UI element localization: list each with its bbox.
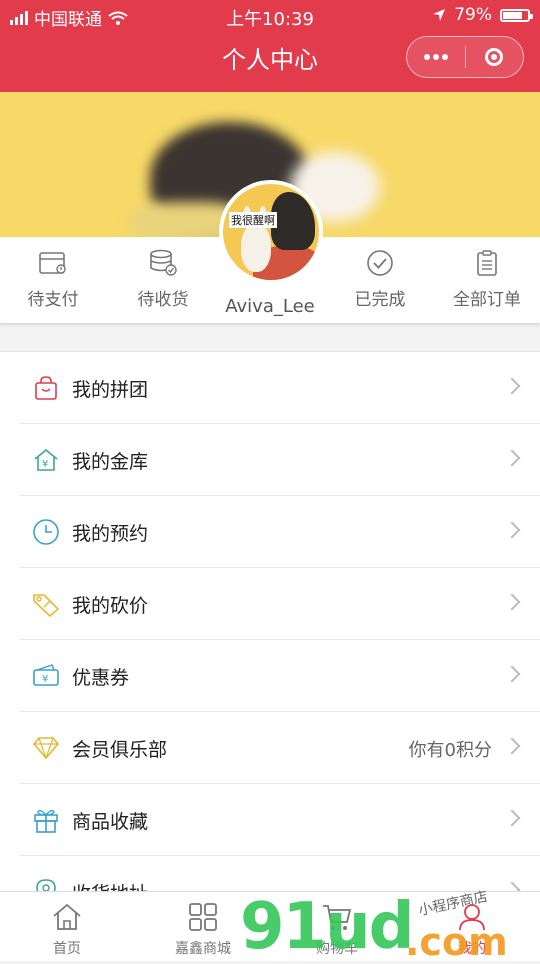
battery-icon (500, 8, 533, 22)
chevron-right-icon (503, 665, 521, 683)
tab-store[interactable]: 嘉鑫商城 (153, 900, 253, 958)
menu-label: 会员俱乐部 (72, 739, 168, 761)
miniprogram-capsule (406, 36, 524, 78)
chevron-right-icon (503, 449, 521, 467)
avatar-caption: 我很醒啊 (229, 212, 277, 228)
bag-icon (32, 374, 60, 402)
price-tag-icon (32, 590, 60, 618)
menu-item-bargain[interactable]: 我的砍价 (20, 568, 540, 640)
order-pending-payment[interactable]: 待支付 (3, 247, 103, 310)
wallet-icon (3, 247, 103, 279)
tab-label: 嘉鑫商城 (175, 941, 231, 957)
avatar-image: 我很醒啊 (223, 184, 319, 280)
menu-item-favorites[interactable]: 商品收藏 (20, 784, 540, 856)
avatar[interactable]: 我很醒啊 (219, 180, 323, 284)
status-bar: 中国联通 上午10:39 79% (0, 0, 540, 32)
chevron-right-icon (503, 521, 521, 539)
tab-home[interactable]: 首页 (17, 900, 117, 958)
package-icon (113, 247, 213, 279)
clock-icon (32, 518, 60, 546)
points-summary: 你有0积分 (408, 740, 492, 761)
order-completed[interactable]: 已完成 (330, 247, 430, 310)
menu-item-member-club[interactable]: 会员俱乐部 你有0积分 (20, 712, 540, 784)
grid-icon (153, 900, 253, 934)
check-circle-icon (330, 247, 430, 279)
menu-label: 商品收藏 (72, 811, 149, 833)
coupon-icon: ¥ (32, 662, 60, 690)
clipboard-icon (437, 247, 537, 279)
svg-text:¥: ¥ (42, 459, 48, 470)
order-label: 待支付 (27, 290, 79, 310)
order-pending-receipt[interactable]: 待收货 (113, 247, 213, 310)
battery-percent: 79% (454, 5, 492, 25)
order-label: 待收货 (137, 290, 189, 310)
menu-label: 我的预约 (72, 523, 149, 545)
menu-label: 我的金库 (72, 451, 149, 473)
tab-label: 首页 (53, 941, 81, 957)
watermark-logo: 91ud (240, 890, 414, 964)
target-icon (485, 48, 504, 66)
chevron-right-icon (503, 593, 521, 611)
chevron-right-icon (503, 737, 521, 755)
order-label: 全部订单 (453, 290, 521, 310)
svg-text:¥: ¥ (42, 674, 48, 685)
menu-item-group-buy[interactable]: 我的拼团 (20, 352, 540, 424)
more-button[interactable] (407, 37, 465, 77)
menu-label: 优惠券 (72, 667, 130, 689)
order-label: 已完成 (354, 290, 406, 310)
top-bar: 中国联通 上午10:39 79% 个人中心 (0, 0, 540, 92)
watermark-suffix: .com (405, 920, 508, 964)
menu-list: 我的拼团 ¥ 我的金库 我的预约 我的砍价 ¥ 优惠券 会员俱乐部 你有0积分 … (0, 351, 540, 928)
more-dots-icon (423, 54, 448, 60)
menu-item-reservation[interactable]: 我的预约 (20, 496, 540, 568)
diamond-icon (32, 734, 60, 762)
close-miniprogram-button[interactable] (466, 37, 524, 77)
menu-item-coupon[interactable]: ¥ 优惠券 (20, 640, 540, 712)
menu-label: 我的拼团 (72, 379, 149, 401)
order-all[interactable]: 全部订单 (437, 247, 537, 310)
home-icon (17, 900, 117, 934)
location-arrow-icon (433, 9, 446, 21)
chevron-right-icon (503, 377, 521, 395)
username: Aviva_Lee (225, 296, 315, 317)
gift-icon (32, 806, 60, 834)
vault-icon: ¥ (32, 446, 60, 474)
menu-label: 我的砍价 (72, 595, 149, 617)
menu-item-vault[interactable]: ¥ 我的金库 (20, 424, 540, 496)
chevron-right-icon (503, 809, 521, 827)
